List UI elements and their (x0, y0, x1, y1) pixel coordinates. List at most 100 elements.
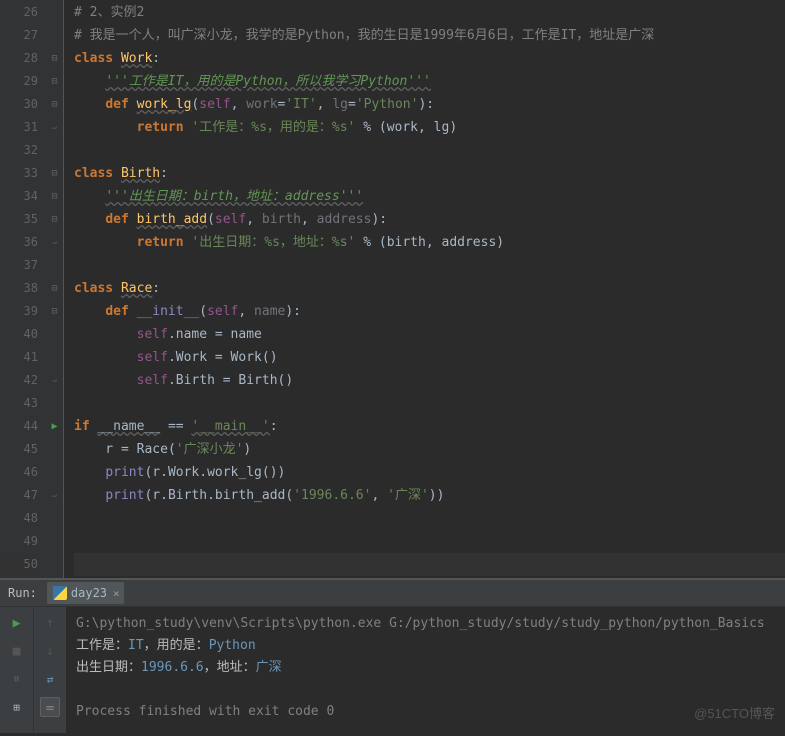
run-tab-name: day23 (71, 586, 107, 600)
code-line[interactable]: def work_lg(self, work='IT', lg='Python'… (74, 93, 785, 116)
close-icon[interactable]: × (113, 587, 120, 600)
code-line[interactable] (74, 254, 785, 277)
line-number: 33 (0, 162, 38, 185)
line-number: 41 (0, 346, 38, 369)
line-number: 40 (0, 323, 38, 346)
rerun-icon[interactable]: ▶ (7, 613, 27, 633)
code-line[interactable]: print(r.Birth.birth_add('1996.6.6', '广深'… (74, 484, 785, 507)
fold-marker[interactable] (46, 369, 63, 392)
line-number: 29 (0, 70, 38, 93)
fold-marker (46, 392, 63, 415)
run-tool-window: Run: day23 × ▶ ■ ⏸ ⊞ ↑ ↓ ⇄ ＝ G:\python_s… (0, 580, 785, 733)
console-path-line: G:\python_study\venv\Scripts\python.exe … (76, 613, 775, 635)
line-number: 30 (0, 93, 38, 116)
code-line[interactable]: print(r.Work.work_lg()) (74, 461, 785, 484)
fold-marker (46, 530, 63, 553)
watermark: @51CTO博客 (694, 703, 775, 722)
code-line[interactable]: class Race: (74, 277, 785, 300)
line-number: 37 (0, 254, 38, 277)
line-number: 28 (0, 47, 38, 70)
fold-marker[interactable] (46, 47, 63, 70)
wrap-icon[interactable]: ⇄ (40, 669, 60, 689)
fold-marker[interactable] (46, 231, 63, 254)
line-number: 45 (0, 438, 38, 461)
fold-marker (46, 1, 63, 24)
fold-column[interactable]: ▶ (46, 0, 64, 578)
console-output[interactable]: G:\python_study\venv\Scripts\python.exe … (66, 607, 785, 733)
code-line[interactable]: class Birth: (74, 162, 785, 185)
console-exit-line: Process finished with exit code 0 (76, 701, 775, 723)
fold-marker (46, 553, 63, 576)
run-toolbar-left: ▶ ■ ⏸ ⊞ (0, 607, 33, 733)
fold-marker (46, 139, 63, 162)
fold-marker[interactable] (46, 300, 63, 323)
fold-marker (46, 323, 63, 346)
code-line[interactable]: self.Birth = Birth() (74, 369, 785, 392)
scroll-icon[interactable]: ＝ (40, 697, 60, 717)
code-line[interactable] (74, 507, 785, 530)
fold-marker (46, 24, 63, 47)
code-line[interactable]: def birth_add(self, birth, address): (74, 208, 785, 231)
line-number: 50 (0, 553, 38, 576)
line-number: 43 (0, 392, 38, 415)
code-line[interactable]: # 2、实例2 (74, 1, 785, 24)
code-line[interactable] (74, 392, 785, 415)
fold-marker[interactable] (46, 70, 63, 93)
line-number: 34 (0, 185, 38, 208)
code-line[interactable]: if __name__ == '__main__': (74, 415, 785, 438)
code-line[interactable]: '''工作是IT，用的是Python，所以我学习Python''' (74, 70, 785, 93)
fold-marker (46, 438, 63, 461)
line-number: 39 (0, 300, 38, 323)
line-number: 47 (0, 484, 38, 507)
fold-marker (46, 461, 63, 484)
line-number: 46 (0, 461, 38, 484)
fold-marker (46, 254, 63, 277)
line-number: 31 (0, 116, 38, 139)
line-number: 48 (0, 507, 38, 530)
stop-icon[interactable]: ■ (7, 641, 27, 661)
fold-marker[interactable] (46, 93, 63, 116)
run-toolbar-right: ↑ ↓ ⇄ ＝ (33, 607, 66, 733)
code-line[interactable]: r = Race('广深小龙') (74, 438, 785, 461)
up-icon[interactable]: ↑ (40, 613, 60, 633)
code-line[interactable]: return '工作是：%s，用的是：%s' % (work, lg) (74, 116, 785, 139)
code-line[interactable] (74, 139, 785, 162)
console-output-line: 出生日期：1996.6.6，地址：广深 (76, 657, 775, 679)
line-number-gutter: 2627282930313233343536373839404142434445… (0, 0, 46, 578)
line-number: 26 (0, 1, 38, 24)
python-icon (53, 586, 67, 600)
line-number: 44 (0, 415, 38, 438)
fold-marker[interactable] (46, 208, 63, 231)
line-number: 38 (0, 277, 38, 300)
run-header: Run: day23 × (0, 580, 785, 607)
fold-marker[interactable] (46, 185, 63, 208)
fold-marker[interactable] (46, 484, 63, 507)
fold-marker[interactable] (46, 162, 63, 185)
code-content[interactable]: # 2、实例2# 我是一个人，叫广深小龙，我学的是Python，我的生日是199… (64, 0, 785, 578)
code-line[interactable] (74, 553, 785, 576)
code-line[interactable]: class Work: (74, 47, 785, 70)
fold-marker (46, 507, 63, 530)
layout-icon[interactable]: ⊞ (7, 697, 27, 717)
code-line[interactable]: self.name = name (74, 323, 785, 346)
line-number: 32 (0, 139, 38, 162)
fold-marker (46, 346, 63, 369)
run-label: Run: (8, 586, 37, 600)
console-output-line: 工作是：IT，用的是：Python (76, 635, 775, 657)
code-line[interactable]: self.Work = Work() (74, 346, 785, 369)
run-tab[interactable]: day23 × (47, 582, 124, 604)
down-icon[interactable]: ↓ (40, 641, 60, 661)
code-line[interactable]: '''出生日期：birth，地址：address''' (74, 185, 785, 208)
code-line[interactable]: # 我是一个人，叫广深小龙，我学的是Python，我的生日是1999年6月6日，… (74, 24, 785, 47)
line-number: 36 (0, 231, 38, 254)
fold-marker[interactable] (46, 116, 63, 139)
code-line[interactable]: def __init__(self, name): (74, 300, 785, 323)
line-number: 35 (0, 208, 38, 231)
console-blank (76, 679, 775, 701)
pause-icon[interactable]: ⏸ (7, 669, 27, 689)
run-gutter-icon[interactable]: ▶ (46, 415, 63, 438)
fold-marker[interactable] (46, 277, 63, 300)
code-line[interactable]: return '出生日期：%s，地址：%s' % (birth, address… (74, 231, 785, 254)
code-line[interactable] (74, 530, 785, 553)
code-editor[interactable]: 2627282930313233343536373839404142434445… (0, 0, 785, 578)
